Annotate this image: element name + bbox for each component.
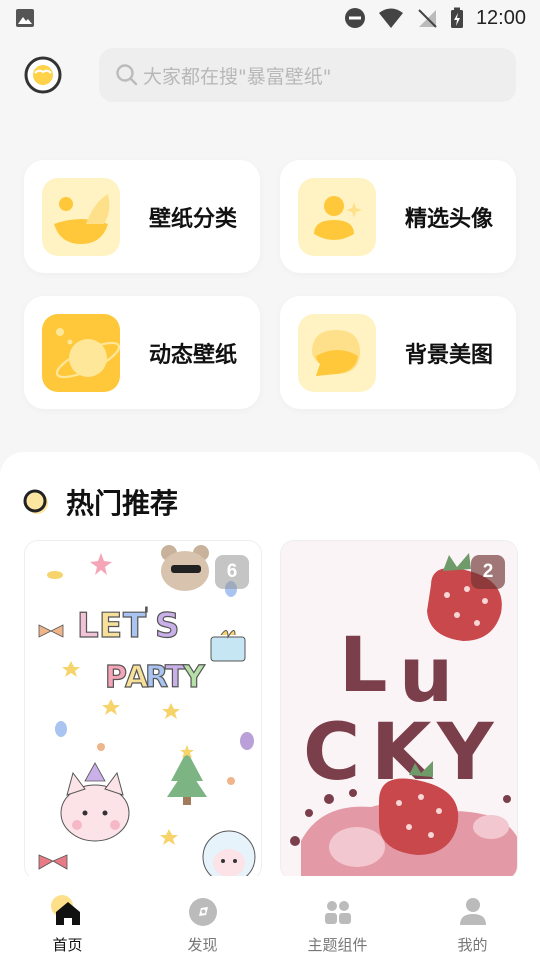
lucky-wallpaper-image: L u C K Y — [290, 553, 517, 879]
svg-text:Y: Y — [436, 708, 495, 798]
tab-label: 主题组件 — [307, 936, 368, 954]
search-placeholder: 大家都在搜"暴富壁纸" — [143, 65, 332, 88]
search-input[interactable]: 大家都在搜"暴富壁纸" — [99, 48, 516, 102]
category-card-wallpaper[interactable]: 壁纸分类 — [24, 160, 260, 273]
svg-text:C: C — [303, 708, 360, 798]
party-wallpaper-image: L E T ' S P A R T Y — [38, 545, 256, 879]
category-card-background[interactable]: 背景美图 — [280, 296, 516, 409]
svg-text:L: L — [339, 620, 387, 709]
svg-text:': ' — [143, 604, 150, 629]
discover-icon — [188, 898, 217, 926]
status-time: 12:00 — [475, 6, 526, 29]
status-bar: 12:00 — [0, 0, 540, 36]
title-ring-icon — [23, 489, 48, 514]
tab-label: 首页 — [52, 936, 83, 954]
svg-text:E: E — [99, 606, 122, 646]
profile-icon — [459, 898, 486, 925]
svg-text:P: P — [105, 660, 127, 695]
battery-charging-icon — [450, 7, 463, 28]
widgets-icon — [324, 901, 351, 924]
image-count-badge: 6 — [215, 555, 249, 589]
tab-discover[interactable]: 发现 — [135, 876, 270, 960]
image-count-badge: 2 — [471, 555, 505, 589]
tab-home[interactable]: 首页 — [0, 876, 135, 960]
tab-widgets[interactable]: 主题组件 — [270, 876, 405, 960]
do-not-disturb-icon — [344, 8, 365, 28]
gallery-notification-icon — [16, 9, 34, 27]
chat-bubble-icon — [312, 330, 360, 376]
app-logo-icon[interactable] — [24, 56, 62, 94]
recommend-card-lucky[interactable]: L u C K Y 2 — [280, 540, 518, 880]
svg-text:L: L — [77, 606, 99, 646]
category-label: 背景美图 — [405, 342, 494, 368]
bottom-tab-bar: 首页 发现 主题组件 我的 — [0, 876, 540, 960]
no-signal-icon — [418, 9, 437, 28]
planet-icon — [55, 328, 121, 379]
tab-label: 发现 — [187, 936, 218, 954]
category-label: 精选头像 — [405, 206, 494, 232]
category-label: 动态壁纸 — [149, 342, 238, 368]
home-icon — [50, 895, 80, 925]
category-label: 壁纸分类 — [149, 206, 238, 232]
svg-text:S: S — [155, 606, 180, 646]
svg-text:u: u — [399, 630, 453, 719]
wifi-icon — [378, 8, 403, 28]
header: 大家都在搜"暴富壁纸" — [0, 48, 540, 102]
category-card-live-wallpaper[interactable]: 动态壁纸 — [24, 296, 260, 409]
tab-label: 我的 — [457, 936, 488, 954]
tab-profile[interactable]: 我的 — [405, 876, 540, 960]
search-icon — [116, 64, 138, 86]
svg-text:Y: Y — [182, 660, 206, 695]
avatar-icon — [314, 196, 362, 240]
recommend-card-party[interactable]: L E T ' S P A R T Y 6 — [24, 540, 262, 880]
section-title: 热门推荐 — [66, 487, 179, 520]
wallpaper-category-icon — [54, 194, 110, 244]
category-card-avatar[interactable]: 精选头像 — [280, 160, 516, 273]
